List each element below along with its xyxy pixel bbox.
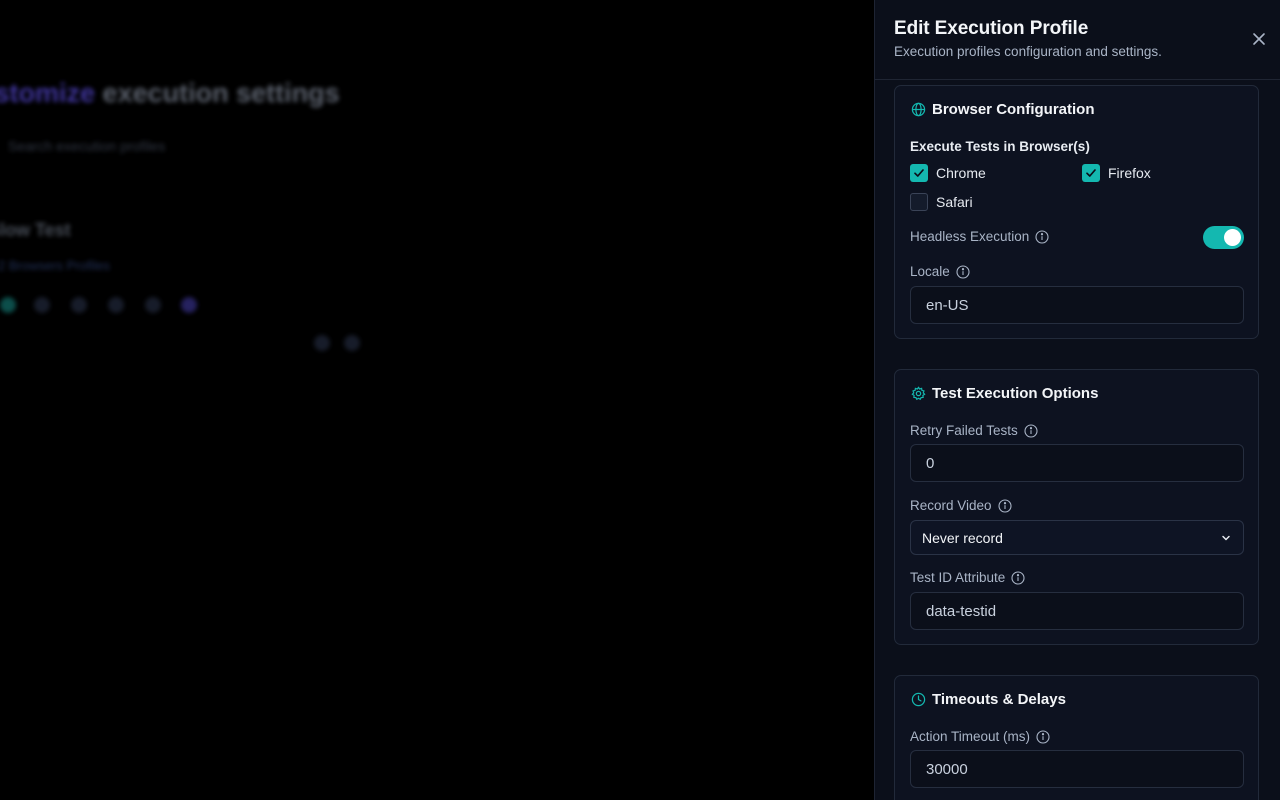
card-title: Timeouts & Delays [932, 691, 1066, 708]
sheet-subtitle: Execution profiles configuration and set… [894, 44, 1162, 59]
background-page: ustomize execution settings Search execu… [0, 0, 874, 800]
check-icon [1086, 169, 1096, 177]
info-icon[interactable] [1035, 229, 1049, 244]
retry-label-text: Retry Failed Tests [910, 423, 1018, 438]
chrome-label: Chrome [936, 165, 986, 181]
info-icon[interactable] [998, 498, 1012, 513]
background-dot [145, 297, 161, 313]
record-video-label-text: Record Video [910, 498, 992, 513]
headless-toggle[interactable] [1203, 226, 1244, 249]
safari-checkbox[interactable]: Safari [910, 193, 973, 211]
clock-icon [910, 692, 926, 708]
sheet-header: Edit Execution Profile Execution profile… [875, 0, 1280, 80]
background-dot [108, 297, 124, 313]
record-video-value: Never record [922, 529, 1003, 546]
locale-input[interactable]: en-US [910, 286, 1244, 324]
checkbox-checked[interactable] [1082, 164, 1100, 182]
info-icon[interactable] [956, 264, 970, 279]
retry-failed-tests-input[interactable]: 0 [910, 444, 1244, 482]
headless-label: Headless Execution [910, 229, 1049, 244]
record-video-select[interactable]: Never record [910, 520, 1244, 555]
checkbox-checked[interactable] [910, 164, 928, 182]
firefox-label: Firefox [1108, 165, 1151, 181]
check-icon [914, 169, 924, 177]
chrome-checkbox[interactable]: Chrome [910, 164, 986, 182]
sheet-title: Edit Execution Profile [894, 18, 1089, 39]
close-button[interactable] [1249, 29, 1269, 49]
globe-icon [910, 102, 926, 118]
locale-label: Locale [910, 264, 970, 279]
headless-label-text: Headless Execution [910, 229, 1030, 244]
browser-configuration-card: Browser Configuration Execute Tests in B… [894, 85, 1259, 339]
background-dot [181, 297, 197, 313]
info-icon[interactable] [1011, 570, 1025, 585]
background-dot [344, 335, 360, 351]
background-dot [314, 335, 330, 351]
firefox-checkbox[interactable]: Firefox [1082, 164, 1151, 182]
test-execution-options-card: Test Execution Options Retry Failed Test… [894, 369, 1259, 645]
background-search-placeholder: Search execution profiles [8, 138, 166, 154]
close-icon [1253, 33, 1265, 45]
test-id-attribute-input[interactable]: data-testid [910, 592, 1244, 630]
action-timeout-input[interactable]: 30000 [910, 750, 1244, 788]
edit-profile-sheet: Edit Execution Profile Execution profile… [874, 0, 1280, 800]
test-id-label: Test ID Attribute [910, 570, 1025, 585]
info-icon[interactable] [1024, 423, 1038, 438]
action-timeout-label-text: Action Timeout (ms) [910, 729, 1031, 744]
background-card-meta: 2 Browsers Profiles [0, 258, 110, 273]
gear-icon [910, 386, 926, 402]
card-header: Timeouts & Delays [910, 691, 1066, 708]
toggle-knob [1224, 229, 1241, 246]
background-dot [0, 297, 16, 313]
browsers-label: Execute Tests in Browser(s) [910, 139, 1090, 154]
chevron-down-icon [1222, 535, 1230, 540]
retry-label: Retry Failed Tests [910, 423, 1038, 438]
card-header: Browser Configuration [910, 101, 1095, 118]
checkbox-unchecked[interactable] [910, 193, 928, 211]
safari-label: Safari [936, 194, 973, 210]
record-video-label: Record Video [910, 498, 1012, 513]
background-card-title: Slow Test [0, 220, 71, 240]
background-dot [71, 297, 87, 313]
background-dot [34, 297, 50, 313]
card-header: Test Execution Options [910, 385, 1098, 402]
background-content: ustomize execution settings Search execu… [0, 0, 874, 800]
test-id-label-text: Test ID Attribute [910, 570, 1006, 585]
timeouts-delays-card: Timeouts & Delays Action Timeout (ms) 30… [894, 675, 1259, 800]
background-hero-heading: ustomize execution settings [0, 78, 340, 108]
locale-label-text: Locale [910, 264, 950, 279]
card-title: Test Execution Options [932, 385, 1099, 402]
info-icon[interactable] [1036, 729, 1050, 744]
action-timeout-label: Action Timeout (ms) [910, 729, 1050, 744]
card-title: Browser Configuration [932, 101, 1095, 118]
